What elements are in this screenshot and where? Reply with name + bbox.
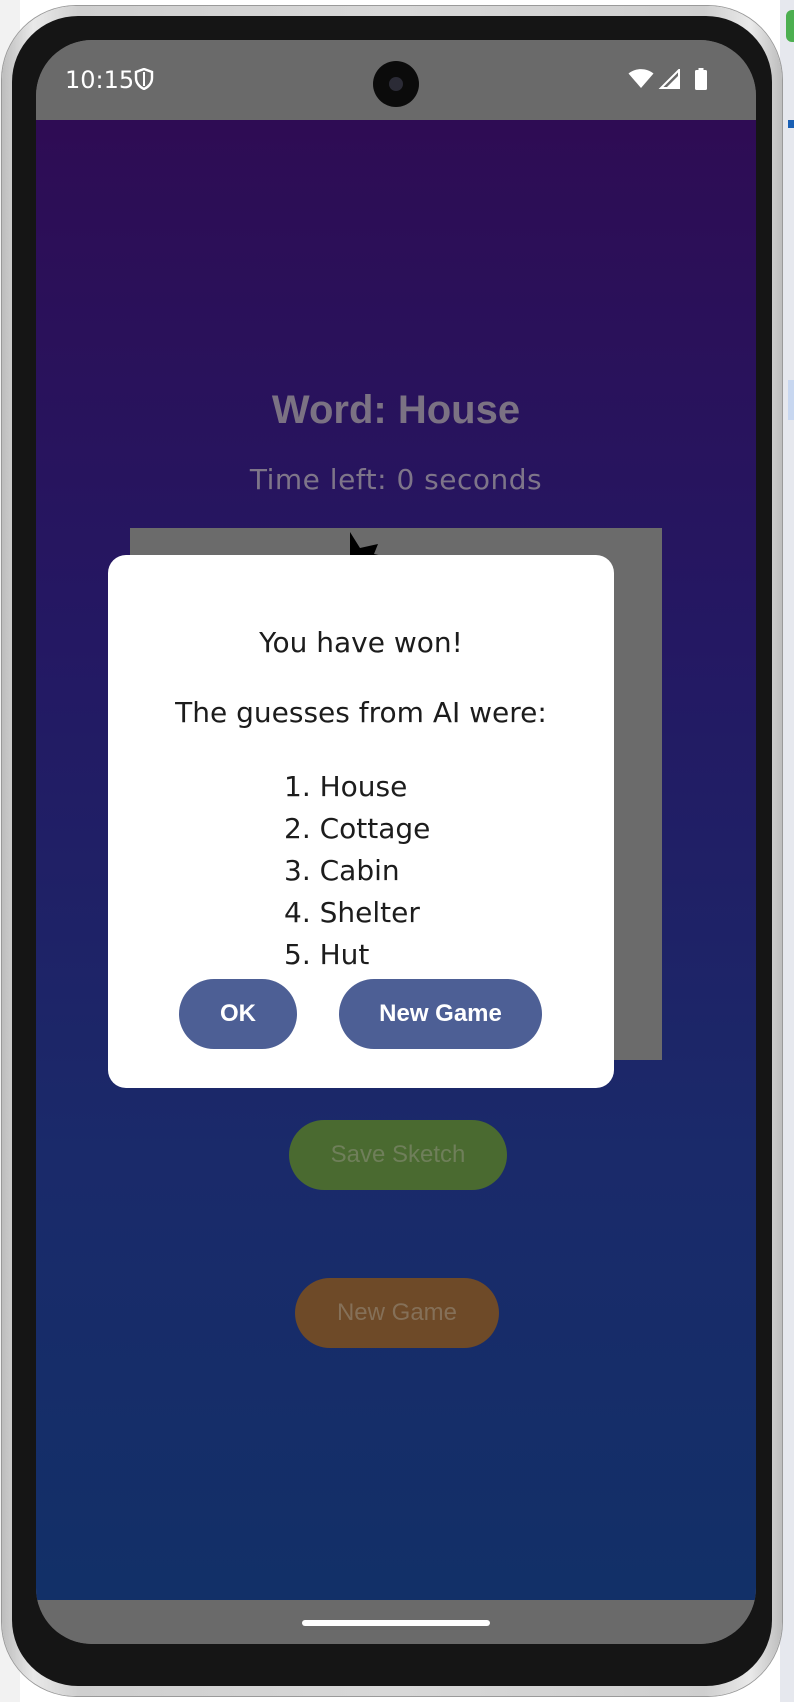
front-camera — [373, 61, 419, 107]
list-item: 1. House — [284, 770, 408, 803]
word-title: Word: House — [271, 388, 521, 432]
new-game-button[interactable]: New Game — [339, 979, 542, 1049]
shield-icon — [134, 68, 154, 90]
dialog-subtitle: The guesses from AI were: — [175, 696, 547, 729]
status-bar: 10:15 — [36, 40, 756, 120]
list-item: 3. Cabin — [284, 854, 400, 887]
list-item: 4. Shelter — [284, 896, 420, 929]
gesture-handle[interactable] — [302, 1620, 490, 1626]
guess-list: 1. House 2. Cottage 3. Cabin 4. Shelter … — [284, 766, 430, 976]
save-sketch-button[interactable]: Save Sketch — [289, 1120, 507, 1190]
desktop-edge-mark — [788, 120, 794, 128]
list-item: 5. Hut — [284, 938, 370, 971]
desktop-background-right — [780, 0, 794, 1702]
signal-icon — [658, 69, 680, 89]
time-left-label: Time left: 0 seconds — [249, 463, 543, 496]
new-game-background-button[interactable]: New Game — [295, 1278, 499, 1348]
battery-icon — [695, 68, 707, 90]
status-time: 10:15 — [65, 66, 135, 94]
ok-button[interactable]: OK — [179, 979, 297, 1049]
wifi-icon — [628, 69, 654, 88]
desktop-edge-mark — [788, 380, 794, 420]
desktop-side-tab — [786, 10, 794, 42]
win-dialog: You have won! The guesses from AI were: … — [108, 555, 614, 1088]
dialog-title: You have won! — [259, 626, 463, 659]
list-item: 2. Cottage — [284, 812, 431, 845]
